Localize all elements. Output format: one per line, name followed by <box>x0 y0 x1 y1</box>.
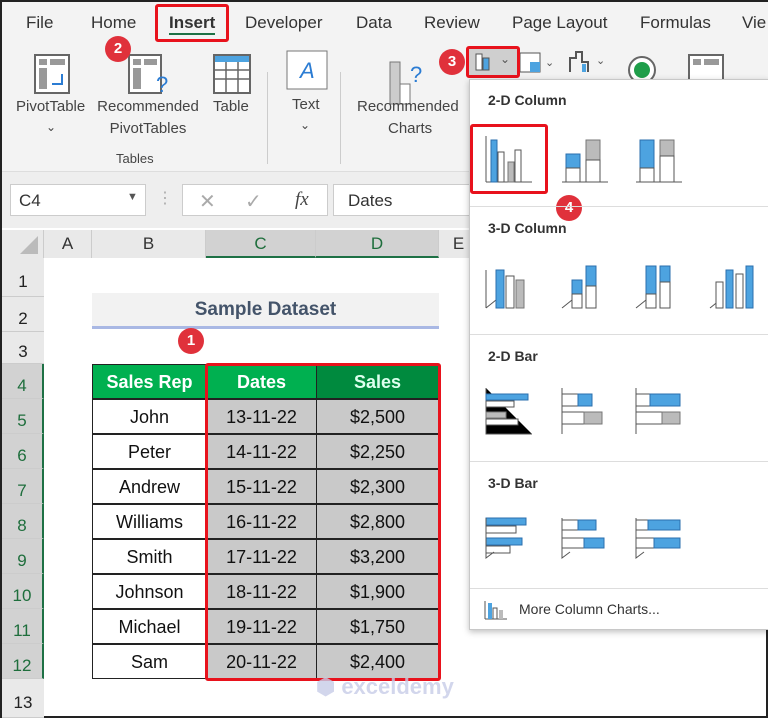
3d-clustered-column-icon[interactable] <box>484 260 534 310</box>
row-header-2[interactable]: 2 <box>2 297 44 332</box>
select-all-button[interactable] <box>2 230 44 258</box>
stacked-bar-icon[interactable] <box>560 386 610 436</box>
insert-function-icon[interactable]: fx <box>295 189 309 211</box>
hierarchy-chart-button[interactable]: ⌄ <box>519 52 555 79</box>
column-header-d[interactable]: D <box>316 230 439 258</box>
sales-rep-cell[interactable]: Sam <box>92 644 207 679</box>
chevron-down-icon: ▼ <box>127 191 138 203</box>
header-sales-rep[interactable]: Sales Rep <box>92 364 207 399</box>
name-box[interactable]: C4 ▼ <box>10 184 146 216</box>
step-badge-4: 4 <box>556 195 582 221</box>
sales-rep-cell[interactable]: Michael <box>92 609 207 644</box>
column-chart-highlight <box>466 46 520 78</box>
tab-view[interactable]: Vie <box>742 13 766 33</box>
row-header-8[interactable]: 8 <box>2 504 44 539</box>
section-3d-column: 3-D Column <box>488 220 567 236</box>
100-stacked-bar-icon[interactable] <box>634 386 684 436</box>
chevron-down-icon: ⌄ <box>46 120 57 134</box>
column-header-a[interactable]: A <box>44 230 92 258</box>
waterfall-chart-icon: ⌄ <box>569 51 605 72</box>
pivottable-label: PivotTable <box>16 98 86 115</box>
section-2d-bar: 2-D Bar <box>488 348 538 364</box>
clustered-bar-icon[interactable] <box>484 386 534 436</box>
recommended-pivottables-label-2: PivotTables <box>109 120 187 137</box>
insert-highlight <box>155 4 229 42</box>
recommended-charts-label-2: Charts <box>388 120 433 137</box>
select-all-triangle-icon <box>20 236 38 254</box>
pivottable-icon <box>34 54 70 94</box>
100-stacked-column-icon[interactable] <box>634 134 684 184</box>
step-badge-2: 2 <box>105 36 131 62</box>
waterfall-chart-button[interactable]: ⌄ <box>568 50 608 79</box>
tables-group-label: Tables <box>116 151 154 166</box>
svg-text:?: ? <box>410 62 422 87</box>
row-header-13[interactable]: 13 <box>2 679 44 718</box>
tab-review[interactable]: Review <box>424 13 480 33</box>
sales-rep-cell[interactable]: Andrew <box>92 469 207 504</box>
sales-rep-cell[interactable]: Johnson <box>92 574 207 609</box>
row-header-7[interactable]: 7 <box>2 469 44 504</box>
row-header-11[interactable]: 11 <box>2 609 44 644</box>
recommended-pivottables-icon: ? <box>128 54 168 96</box>
row-header-1[interactable]: 1 <box>2 258 44 297</box>
3d-clustered-bar-icon[interactable] <box>484 512 534 562</box>
table-label: Table <box>213 98 249 115</box>
sales-rep-cell[interactable]: Smith <box>92 539 207 574</box>
sheet-title: Sample Dataset <box>92 293 439 329</box>
drag-handle-icon[interactable]: ⋮ <box>157 188 173 208</box>
column-header-b[interactable]: B <box>92 230 206 258</box>
text-label: Text <box>292 96 320 113</box>
column-chart-dropdown: 2-D Column 4 3-D Column 2-D Bar 3-D Bar … <box>469 79 768 630</box>
column-header-c[interactable]: C <box>206 230 316 258</box>
chevron-down-icon: ⌄ <box>300 118 311 132</box>
sales-rep-cell[interactable]: Peter <box>92 434 207 469</box>
tab-home[interactable]: Home <box>91 13 136 33</box>
formula-buttons: ✕ ✓ fx <box>182 184 328 216</box>
sales-rep-cell[interactable]: Williams <box>92 504 207 539</box>
stacked-column-icon[interactable] <box>560 134 610 184</box>
3d-100-stacked-bar-icon[interactable] <box>634 512 684 562</box>
svg-text:?: ? <box>156 72 168 96</box>
svg-text:A: A <box>298 58 315 83</box>
row-header-5[interactable]: 5 <box>2 399 44 434</box>
row-header-10[interactable]: 10 <box>2 574 44 609</box>
formula-value: Dates <box>348 191 393 210</box>
tab-formulas[interactable]: Formulas <box>640 13 711 33</box>
selection-highlight <box>205 363 441 681</box>
sales-rep-cell[interactable]: John <box>92 399 207 434</box>
enter-check-icon[interactable]: ✓ <box>245 189 262 214</box>
recommended-pivottables-label-1: Recommended <box>97 98 199 115</box>
row-header-9[interactable]: 9 <box>2 539 44 574</box>
tab-file[interactable]: File <box>26 13 53 33</box>
row-header-12[interactable]: 12 <box>2 644 44 679</box>
name-box-value: C4 <box>19 191 41 210</box>
3d-stacked-bar-icon[interactable] <box>560 512 610 562</box>
text-box-icon: A <box>286 50 328 90</box>
cancel-icon[interactable]: ✕ <box>199 189 216 214</box>
step-badge-3: 3 <box>439 49 465 75</box>
tab-page-layout[interactable]: Page Layout <box>512 13 607 33</box>
clustered-column-icon[interactable] <box>484 134 534 184</box>
3d-column-icon[interactable] <box>708 260 758 310</box>
section-3d-bar: 3-D Bar <box>488 475 538 491</box>
recommended-charts-label-1: Recommended <box>357 98 459 115</box>
row-header-4[interactable]: 4 <box>2 364 44 399</box>
3d-100-stacked-column-icon[interactable] <box>634 260 684 310</box>
svg-text:⌄: ⌄ <box>596 55 605 67</box>
svg-text:⌄: ⌄ <box>545 57 554 69</box>
table-icon <box>213 54 251 94</box>
column-chart-icon <box>484 601 507 620</box>
tab-developer[interactable]: Developer <box>245 13 323 33</box>
row-header-3[interactable]: 3 <box>2 332 44 364</box>
hierarchy-chart-icon: ⌄ <box>519 52 554 73</box>
3d-stacked-column-icon[interactable] <box>560 260 610 310</box>
tab-data[interactable]: Data <box>356 13 392 33</box>
step-badge-1: 1 <box>178 328 204 354</box>
section-2d-column: 2-D Column <box>488 92 567 108</box>
more-column-charts-label: More Column Charts... <box>519 601 660 617</box>
row-header-6[interactable]: 6 <box>2 434 44 469</box>
watermark-logo: ⬢ exceldemy <box>316 674 454 699</box>
